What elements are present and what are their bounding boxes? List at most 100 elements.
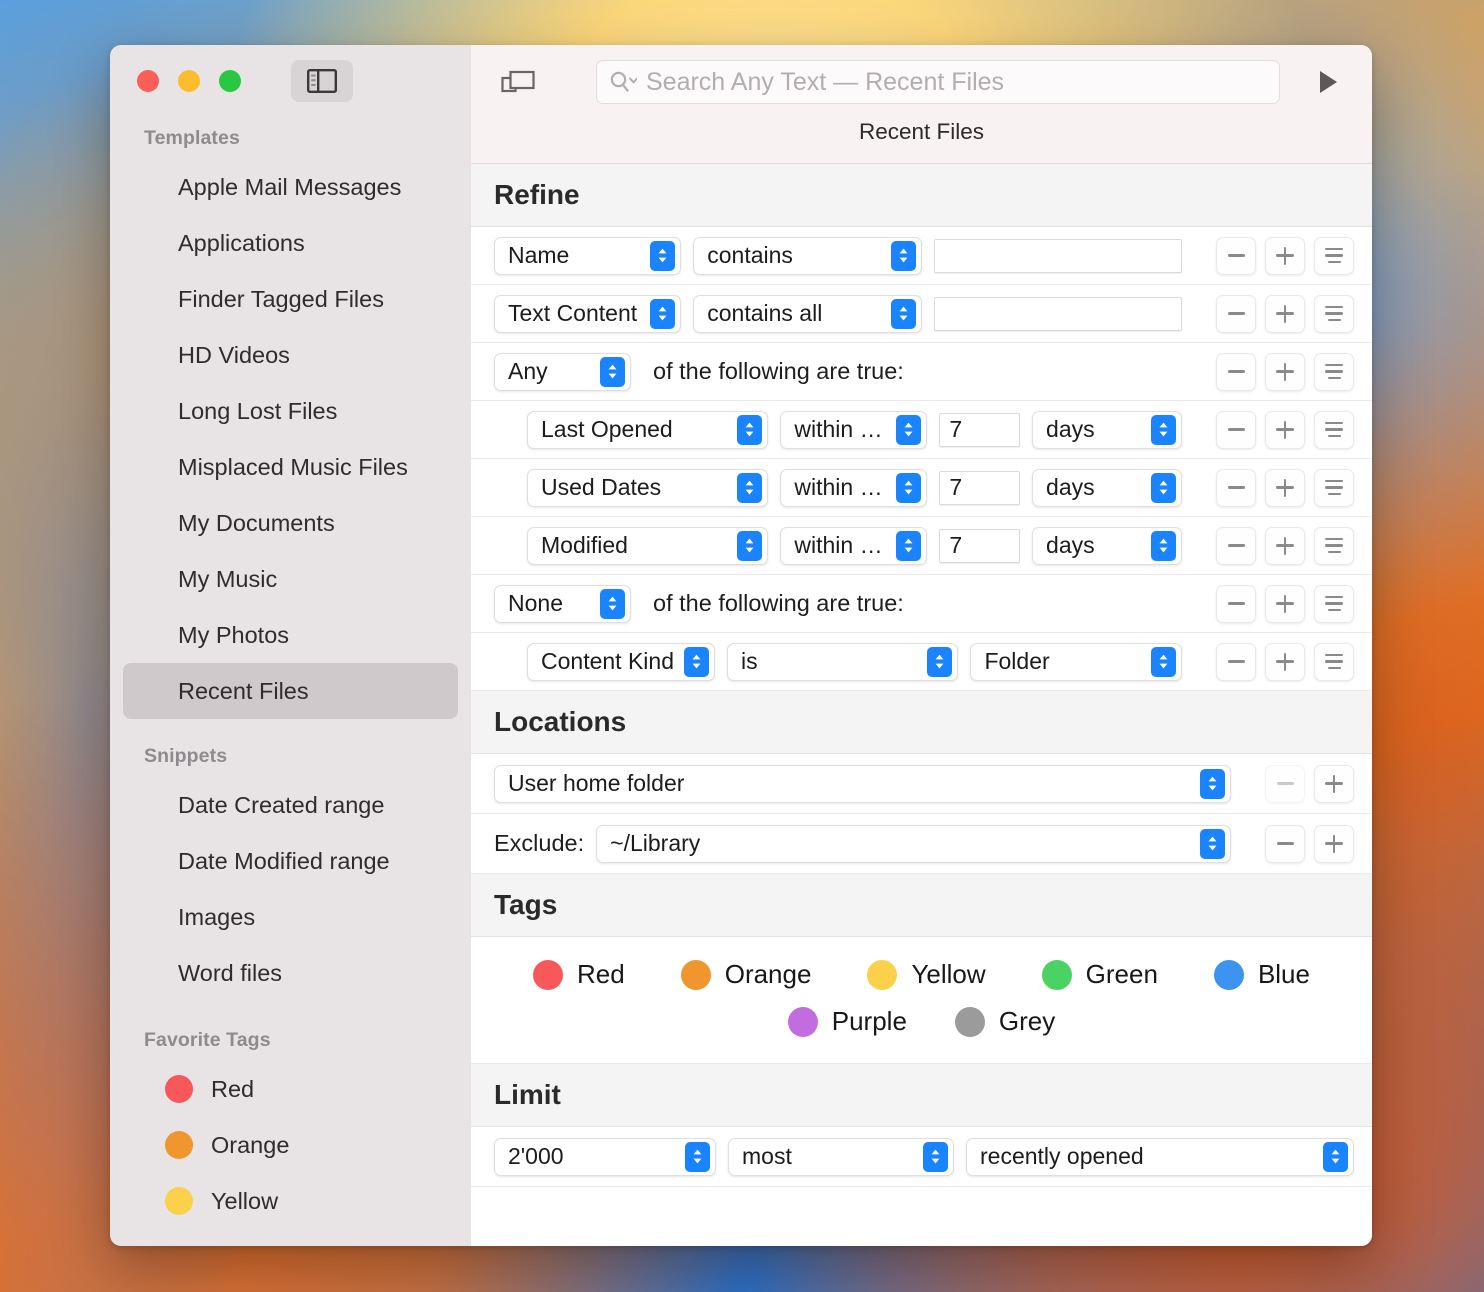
remove-location-button[interactable] — [1265, 764, 1305, 803]
add-criterion-button[interactable] — [1265, 642, 1305, 681]
remove-exclude-button[interactable] — [1265, 824, 1305, 863]
popup-label: Used Dates — [541, 474, 662, 500]
operator-popup-text-content[interactable]: contains all — [693, 294, 922, 333]
value-input-text-content[interactable] — [933, 296, 1182, 331]
add-group-button[interactable] — [1265, 352, 1305, 391]
sidebar-item-word-files[interactable]: Word files — [123, 945, 458, 1001]
limit-row: 2'000 most recently opened — [471, 1127, 1372, 1187]
remove-group-button[interactable] — [1216, 352, 1256, 391]
sidebar-tag-yellow[interactable]: Yellow — [110, 1173, 471, 1229]
search-input[interactable]: Search Any Text — Recent Files — [596, 60, 1280, 104]
attribute-popup-modified[interactable]: Modified — [527, 526, 769, 565]
remove-criterion-button[interactable] — [1216, 410, 1256, 449]
run-search-button[interactable] — [1306, 60, 1350, 104]
sidebar-tag-orange[interactable]: Orange — [110, 1117, 471, 1173]
attribute-popup-last-opened[interactable]: Last Opened — [527, 410, 769, 449]
location-row-buttons — [1265, 764, 1354, 803]
attribute-popup-text-content[interactable]: Text Content — [494, 294, 682, 333]
limit-superlative-popup[interactable]: most — [728, 1137, 954, 1176]
unit-popup-last-opened[interactable]: days — [1032, 410, 1182, 449]
tag-option-purple[interactable]: Purple — [787, 1006, 907, 1037]
attribute-popup-content-kind[interactable]: Content Kind — [527, 642, 715, 681]
sidebar-item-applications[interactable]: Applications — [123, 215, 458, 271]
attribute-popup-used-dates[interactable]: Used Dates — [527, 468, 769, 507]
remove-criterion-button[interactable] — [1216, 642, 1256, 681]
chevron-updown-icon — [600, 588, 625, 619]
criterion-options-button[interactable] — [1314, 642, 1354, 681]
tag-option-green[interactable]: Green — [1041, 959, 1158, 990]
group-options-button[interactable] — [1314, 352, 1354, 391]
tag-option-label: Orange — [724, 959, 812, 989]
remove-criterion-button[interactable] — [1216, 236, 1256, 275]
sidebar-item-date-created-range[interactable]: Date Created range — [123, 777, 458, 833]
add-criterion-button[interactable] — [1265, 294, 1305, 333]
criterion-options-button[interactable] — [1314, 410, 1354, 449]
unit-popup-modified[interactable]: days — [1032, 526, 1182, 565]
remove-criterion-button[interactable] — [1216, 468, 1256, 507]
tag-option-red[interactable]: Red — [533, 959, 625, 990]
sidebar-item-long-lost-files[interactable]: Long Lost Files — [123, 383, 458, 439]
close-button[interactable] — [137, 70, 159, 92]
limit-order-popup[interactable]: recently opened — [966, 1137, 1354, 1176]
amount-input-last-opened[interactable]: 7 — [939, 412, 1021, 447]
sidebar-toggle-button[interactable] — [291, 60, 353, 102]
sidebar-item-finder-tagged-files[interactable]: Finder Tagged Files — [123, 271, 458, 327]
add-exclude-button[interactable] — [1314, 824, 1354, 863]
sidebar-item-my-photos[interactable]: My Photos — [123, 607, 458, 663]
sidebar-item-apple-mail-messages[interactable]: Apple Mail Messages — [123, 159, 458, 215]
unit-popup-used-dates[interactable]: days — [1032, 468, 1182, 507]
group-options-button[interactable] — [1314, 584, 1354, 623]
minimize-button[interactable] — [178, 70, 200, 92]
sidebar-tag-label: Yellow — [211, 1187, 279, 1214]
operator-popup-name[interactable]: contains — [693, 236, 922, 275]
add-criterion-button[interactable] — [1265, 526, 1305, 565]
add-criterion-button[interactable] — [1265, 468, 1305, 507]
amount-input-used-dates[interactable]: 7 — [939, 470, 1021, 505]
remove-criterion-button[interactable] — [1216, 526, 1256, 565]
tag-option-blue[interactable]: Blue — [1213, 959, 1310, 990]
sidebar-item-hd-videos[interactable]: HD Videos — [123, 327, 458, 383]
operator-popup-last-opened[interactable]: within last — [780, 410, 928, 449]
operator-popup-used-dates[interactable]: within last — [780, 468, 928, 507]
sidebar-item-recent-files[interactable]: Recent Files — [123, 663, 458, 719]
sidebar-item-images[interactable]: Images — [123, 889, 458, 945]
criterion-options-button[interactable] — [1314, 294, 1354, 333]
add-location-button[interactable] — [1314, 764, 1354, 803]
tag-option-yellow[interactable]: Yellow — [867, 959, 986, 990]
zoom-button[interactable] — [219, 70, 241, 92]
sidebar-tag-red[interactable]: Red — [110, 1061, 471, 1117]
location-popup-include[interactable]: User home folder — [494, 764, 1231, 803]
criterion-options-button[interactable] — [1314, 526, 1354, 565]
quantifier-popup-any[interactable]: Any — [494, 352, 631, 391]
sidebar-item-misplaced-music-files[interactable]: Misplaced Music Files — [123, 439, 458, 495]
location-row-include: User home folder — [471, 754, 1372, 814]
value-popup-content-kind[interactable]: Folder — [970, 642, 1182, 681]
value-input-name[interactable] — [933, 238, 1182, 273]
new-window-button[interactable] — [493, 60, 543, 104]
sidebar-item-my-documents[interactable]: My Documents — [123, 495, 458, 551]
add-group-button[interactable] — [1265, 584, 1305, 623]
tag-option-orange[interactable]: Orange — [680, 959, 812, 990]
operator-popup-modified[interactable]: within last — [780, 526, 928, 565]
criterion-row-used-dates: Used Dates within last 7 days — [471, 459, 1372, 517]
add-criterion-button[interactable] — [1265, 236, 1305, 275]
sidebar-item-my-music[interactable]: My Music — [123, 551, 458, 607]
operator-popup-content-kind[interactable]: is — [726, 642, 959, 681]
chevron-updown-icon — [1200, 828, 1225, 859]
limit-count-popup[interactable]: 2'000 — [494, 1137, 716, 1176]
amount-input-modified[interactable]: 7 — [939, 528, 1021, 563]
tag-option-grey[interactable]: Grey — [954, 1006, 1055, 1037]
remove-group-button[interactable] — [1216, 584, 1256, 623]
criterion-options-button[interactable] — [1314, 468, 1354, 507]
remove-criterion-button[interactable] — [1216, 294, 1256, 333]
location-popup-exclude[interactable]: ~/Library — [596, 824, 1231, 863]
chevron-updown-icon — [683, 646, 709, 677]
search-magnifier-icon — [610, 71, 637, 92]
sidebar-item-date-modified-range[interactable]: Date Modified range — [123, 833, 458, 889]
add-criterion-button[interactable] — [1265, 410, 1305, 449]
quantifier-popup-none[interactable]: None — [494, 584, 631, 623]
chevron-updown-icon — [685, 1141, 710, 1172]
criterion-options-button[interactable] — [1314, 236, 1354, 275]
chevron-updown-icon — [896, 472, 922, 503]
attribute-popup-name[interactable]: Name — [494, 236, 682, 275]
